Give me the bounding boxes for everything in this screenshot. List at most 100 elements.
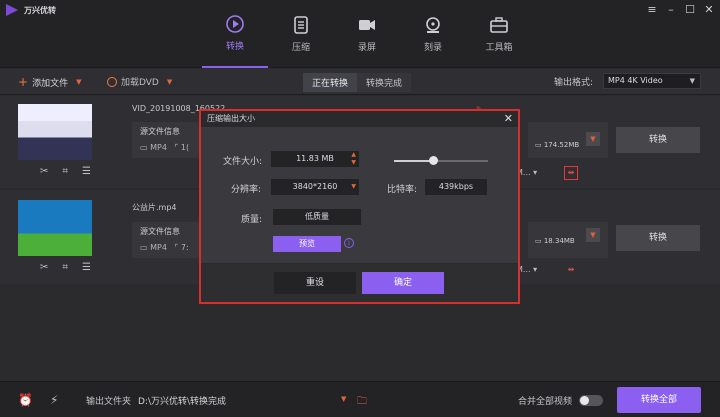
maximize-icon[interactable]: ☐ [685,3,695,16]
effects-icon[interactable]: ☰ [82,262,91,273]
file-size-field[interactable]: 11.83 MB ▲ ▼ [271,151,359,167]
convert-all-button[interactable]: 转换全部 [617,387,701,413]
tab-burn[interactable]: 刻录 [400,0,466,68]
status-tabs: 正在转换 转换完成 [303,73,412,92]
slider-fill [394,160,433,162]
source-info: 源文件信息 ▭ MP4 ⌜ 7: [132,222,202,258]
close-icon[interactable]: ✕ [704,3,714,16]
resolution-value: 3840*2160 [292,182,338,191]
output-size-value: 174.52MB [543,141,580,149]
main-tools: 转换 压缩 录屏 刻录 工具箱 [202,0,532,68]
add-file-button[interactable]: + 添加文件 ▼ [18,75,81,89]
action-bar: + 添加文件 ▼ 加载DVD ▼ 正在转换 转换完成 输出格式: MP4 4K … [0,69,720,95]
resolution-select[interactable]: 3840*2160 ▼ [271,179,359,195]
slider-handle[interactable] [428,156,438,165]
folder-icon[interactable]: 🗀 [357,394,367,411]
minimize-icon[interactable]: – [666,3,676,16]
app-logo: 万兴优转 [6,4,56,16]
tab-burn-label: 刻录 [423,43,442,53]
source-info-label: 源文件信息 [140,227,180,236]
source-info-label: 源文件信息 [140,127,180,136]
chevron-down-icon[interactable]: ▼ [167,78,172,86]
lightning-icon[interactable]: ⚡ [50,393,58,407]
tab-record[interactable]: 录屏 [334,0,400,68]
record-icon [359,20,375,30]
quality-label: 质量: [241,215,263,225]
source-format-value: MP4 [150,143,167,152]
tab-convert[interactable]: 转换 [202,0,268,68]
crop-icon[interactable]: ⌗ [62,166,68,177]
video-thumbnail[interactable] [18,104,92,160]
output-size: ▭ 18.34MB [535,237,575,245]
tab-compress[interactable]: 压缩 [268,0,334,68]
tab-convert-label: 转换 [225,42,244,52]
chevron-down-icon[interactable]: ▼ [76,78,81,86]
effects-icon[interactable]: ☰ [82,166,91,177]
title-toolbar: 万兴优转 ≡ – ☐ ✕ 转换 压缩 录屏 刻录 工具箱 [0,0,720,68]
output-format-value: MP4 4K Video [608,76,663,85]
compress-dialog: 压缩输出大小 ✕ 文件大小: 11.83 MB ▲ ▼ 分辨率: 3840*216… [201,111,518,302]
output-dropdown[interactable]: ▼ [586,228,600,242]
output-format-select[interactable]: MP4 4K Video ▼ [603,73,701,89]
source-extra: 7: [180,243,189,252]
merge-toggle[interactable] [579,395,603,406]
merge-label: 合并全部视频 [518,397,573,407]
size-slider[interactable] [394,156,488,165]
source-extra: 1( [180,143,190,152]
file-size-value: 11.83 MB [296,154,334,163]
crop-icon[interactable]: ⌗ [62,262,68,273]
chevron-down-icon: ▼ [351,183,356,190]
video-thumbnail[interactable] [18,200,92,256]
logo-icon [6,4,18,16]
compress-settings-icon[interactable]: ⇹ [564,166,578,180]
info-icon[interactable]: i [344,238,354,248]
stepper-icon[interactable]: ▲ ▼ [351,151,356,167]
close-icon[interactable]: ✕ [504,111,513,127]
reset-button[interactable]: 重设 [274,272,356,294]
file-size-label: 文件大小: [223,157,263,167]
bottom-bar: ⏰ ⚡ 输出文件夹 D:\万兴优转\转换完成 ▼ 🗀 合并全部视频 转换全部 [0,381,720,417]
edit-tools: ✂ ⌗ ☰ [40,262,91,273]
preview-button[interactable]: 预览 [273,236,341,252]
burn-icon [426,17,440,33]
tab-record-label: 录屏 [357,43,376,53]
chevron-down-icon[interactable]: ▼ [341,395,346,403]
source-info: 源文件信息 ▭ MP4 ⌜ 1( [132,122,202,158]
dialog-title-bar: 压缩输出大小 ✕ [201,111,518,127]
output-format-label: 输出格式: [554,78,594,88]
convert-button[interactable]: 转换 [616,127,700,153]
tab-converting[interactable]: 正在转换 [303,73,358,92]
tab-compress-label: 压缩 [291,43,310,53]
add-dvd-label: 加载DVD [121,78,159,88]
add-file-label: 添加文件 [32,78,69,89]
file-name: 公益片.mp4 [132,203,177,212]
tab-toolbox[interactable]: 工具箱 [466,0,532,68]
source-format-value: MP4 [150,243,167,252]
output-folder-label: 输出文件夹 [86,397,132,407]
convert-icon [226,15,244,33]
dvd-icon [107,76,117,87]
menu-icon[interactable]: ≡ [647,3,657,16]
plus-icon: + [18,75,29,89]
output-path[interactable]: D:\万兴优转\转换完成 [138,394,226,407]
quality-field: 低质量 [273,209,361,225]
compress-settings-icon[interactable]: ⇹ [564,264,578,278]
ok-button[interactable]: 确定 [362,272,444,294]
output-size: ▭ 174.52MB [535,141,580,149]
resolution-label: 分辨率: [231,185,262,195]
window-controls: ≡ – ☐ ✕ [647,3,714,16]
tab-converted[interactable]: 转换完成 [357,73,412,92]
bitrate-label: 比特率: [387,185,418,195]
scissors-icon[interactable]: ✂ [40,262,48,273]
bitrate-field: 439kbps [425,179,487,195]
dialog-footer: 重设 确定 [201,263,518,302]
dialog-title: 压缩输出大小 [207,114,255,123]
add-dvd-button[interactable]: 加载DVD ▼ [107,75,172,88]
alarm-icon[interactable]: ⏰ [18,393,33,407]
tab-toolbox-label: 工具箱 [485,43,513,53]
scissors-icon[interactable]: ✂ [40,166,48,177]
output-dropdown[interactable]: ▼ [586,132,600,146]
convert-button[interactable]: 转换 [616,225,700,251]
output-size-value: 18.34MB [543,237,575,245]
chevron-down-icon: ▼ [689,77,695,85]
